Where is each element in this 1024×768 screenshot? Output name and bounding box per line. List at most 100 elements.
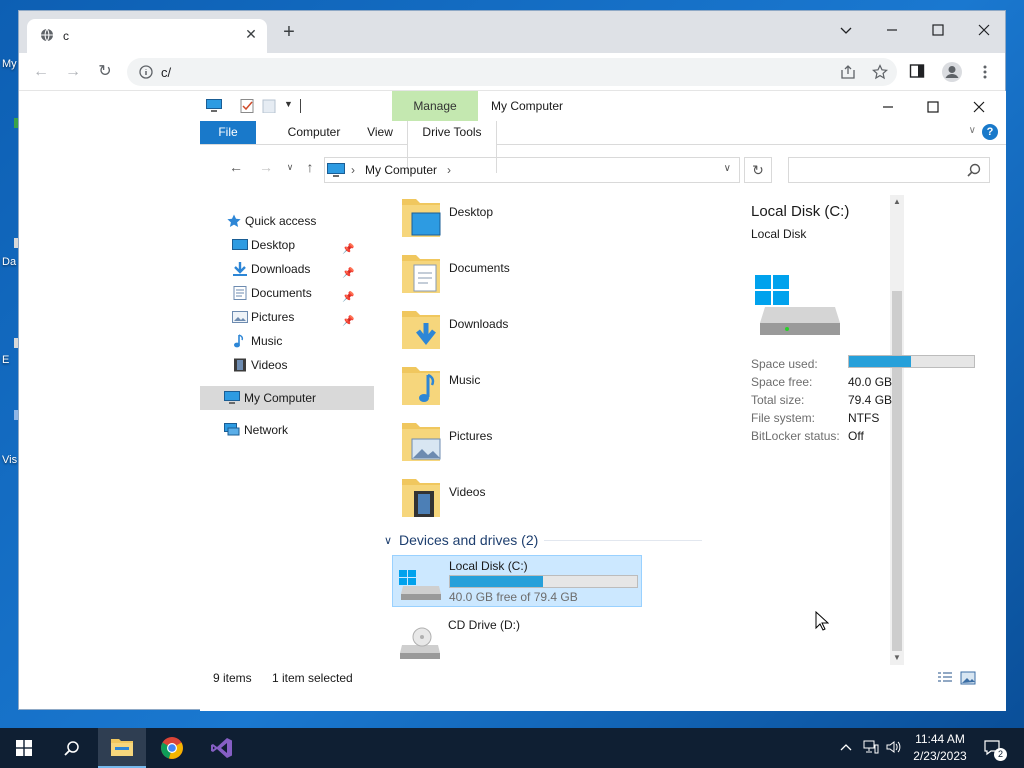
nav-downloads[interactable]: Downloads 📌 <box>232 258 376 280</box>
close-window-icon[interactable] <box>969 17 999 43</box>
desktop-icon-label[interactable]: My <box>2 58 17 70</box>
bookmark-star-icon[interactable] <box>872 64 888 80</box>
browser-tab[interactable]: c ✕ <box>27 19 267 53</box>
show-hidden-icons[interactable] <box>836 728 856 768</box>
desktop-icon-label[interactable]: Vis <box>2 454 17 466</box>
breadcrumb-separator[interactable]: › <box>351 163 355 177</box>
new-tab-icon[interactable]: + <box>279 22 299 43</box>
new-folder-icon[interactable] <box>262 99 278 113</box>
nav-music[interactable]: Music <box>232 330 376 352</box>
search-button[interactable] <box>48 728 96 768</box>
back-icon[interactable]: ← <box>31 62 51 82</box>
details-view-icon[interactable] <box>937 671 953 685</box>
chevron-down-icon[interactable]: ∨ <box>384 534 392 547</box>
file-explorer-window: ▼ Manage My Computer File Computer View … <box>200 91 1006 711</box>
side-panel-icon[interactable] <box>909 63 925 79</box>
folder-item[interactable]: Desktop <box>400 195 700 243</box>
tab-computer[interactable]: Computer <box>274 121 354 144</box>
folder-item[interactable]: Documents <box>400 251 700 299</box>
forward-icon[interactable]: → <box>258 159 274 175</box>
nav-documents[interactable]: Documents 📌 <box>232 282 376 304</box>
refresh-button[interactable]: ↻ <box>744 157 772 183</box>
chevron-down-icon[interactable]: ∨ <box>724 163 731 174</box>
breadcrumb[interactable]: My Computer <box>365 163 437 177</box>
mouse-cursor-icon <box>815 611 829 631</box>
nav-pictures[interactable]: Pictures 📌 <box>232 306 376 328</box>
expand-ribbon-icon[interactable]: ∨ <box>969 125 976 136</box>
properties-icon[interactable] <box>240 99 256 113</box>
tab-file[interactable]: File <box>200 121 256 144</box>
folder-item[interactable]: Music <box>400 363 700 411</box>
details-key: File system: <box>751 411 816 425</box>
folder-item[interactable]: Pictures <box>400 419 700 467</box>
menu-kebab-icon[interactable] <box>977 64 993 80</box>
folder-name: Music <box>449 373 481 387</box>
selection-count: 1 item selected <box>272 671 353 685</box>
address-bar[interactable]: › My Computer › ∨ <box>324 157 740 183</box>
nav-videos[interactable]: Videos <box>232 354 376 376</box>
tab-view[interactable]: View <box>360 121 400 144</box>
tab-search-icon[interactable] <box>831 17 861 43</box>
local-disk-icon <box>399 570 441 600</box>
close-icon[interactable]: ✕ <box>243 26 259 42</box>
profile-icon[interactable] <box>941 61 963 83</box>
space-used-bar <box>848 355 975 368</box>
nav-desktop[interactable]: Desktop 📌 <box>232 234 376 256</box>
nav-label: Desktop <box>251 238 296 252</box>
chrome-app[interactable] <box>148 728 196 768</box>
large-icons-view-icon[interactable] <box>960 671 976 685</box>
maximize-icon[interactable] <box>923 97 943 115</box>
local-disk-large-icon <box>755 275 840 335</box>
reload-icon[interactable]: ↻ <box>95 62 115 82</box>
info-icon[interactable] <box>139 65 153 79</box>
usage-fill <box>849 356 911 367</box>
folder-icon <box>111 739 133 756</box>
clock-time: 11:44 AM <box>915 732 965 746</box>
help-icon[interactable]: ? <box>982 124 998 140</box>
address-bar[interactable]: c/ <box>127 58 897 86</box>
nav-label: Videos <box>251 358 288 372</box>
notifications-button[interactable]: 2 <box>982 728 1007 768</box>
folder-documents-icon <box>402 255 440 293</box>
share-icon[interactable] <box>840 64 856 80</box>
clock[interactable]: 11:44 AM 2/23/2023 <box>900 731 980 765</box>
back-icon[interactable]: ← <box>228 159 244 175</box>
browser-toolbar: ← → ↻ c/ <box>19 53 1005 91</box>
folder-desktop-icon <box>402 199 441 237</box>
nav-label: Quick access <box>245 214 317 228</box>
folder-name: Pictures <box>449 429 493 443</box>
nav-network[interactable]: Network <box>224 419 374 441</box>
file-explorer-app[interactable] <box>98 728 146 768</box>
devices-group-header[interactable]: ∨ Devices and drives (2) <box>384 532 702 552</box>
start-button[interactable] <box>0 728 48 768</box>
desktop-icon-label[interactable]: Da <box>2 256 16 268</box>
minimize-icon[interactable] <box>877 17 907 43</box>
navigation-bar: ← → ∨ ↑ › My Computer › ∨ ↻ <box>200 145 1006 187</box>
customize-qat-icon[interactable]: ▼ <box>284 99 300 113</box>
url-text[interactable]: c/ <box>161 65 171 80</box>
manage-tab[interactable]: Manage <box>392 91 478 121</box>
search-box[interactable] <box>788 157 990 183</box>
breadcrumb-separator[interactable]: › <box>447 163 451 177</box>
minimize-icon[interactable] <box>878 97 898 115</box>
visual-studio-app[interactable] <box>198 728 246 768</box>
maximize-icon[interactable] <box>923 17 953 43</box>
folder-pictures-icon <box>402 423 441 461</box>
nav-quick-access[interactable]: Quick access <box>226 210 376 232</box>
drive-item[interactable]: CD Drive (D:) <box>392 615 642 667</box>
chrome-icon <box>161 737 183 759</box>
computer-icon <box>327 163 345 177</box>
up-icon[interactable]: ↑ <box>302 159 318 175</box>
desktop-icon-label[interactable]: E <box>2 354 9 366</box>
network-tray[interactable] <box>860 728 882 768</box>
browser-titlebar: c ✕ + <box>19 11 1005 53</box>
close-icon[interactable] <box>969 97 989 115</box>
nav-my-computer[interactable]: My Computer <box>224 387 374 409</box>
forward-icon[interactable]: → <box>63 62 83 82</box>
details-row: Space free: 40.0 GB <box>751 375 991 393</box>
folder-item[interactable]: Videos <box>400 475 700 523</box>
details-key: Total size: <box>751 393 805 407</box>
drive-item[interactable]: Local Disk (C:) 40.0 GB free of 79.4 GB <box>392 555 642 607</box>
recent-locations-icon[interactable]: ∨ <box>282 159 298 175</box>
folder-item[interactable]: Downloads <box>400 307 700 355</box>
